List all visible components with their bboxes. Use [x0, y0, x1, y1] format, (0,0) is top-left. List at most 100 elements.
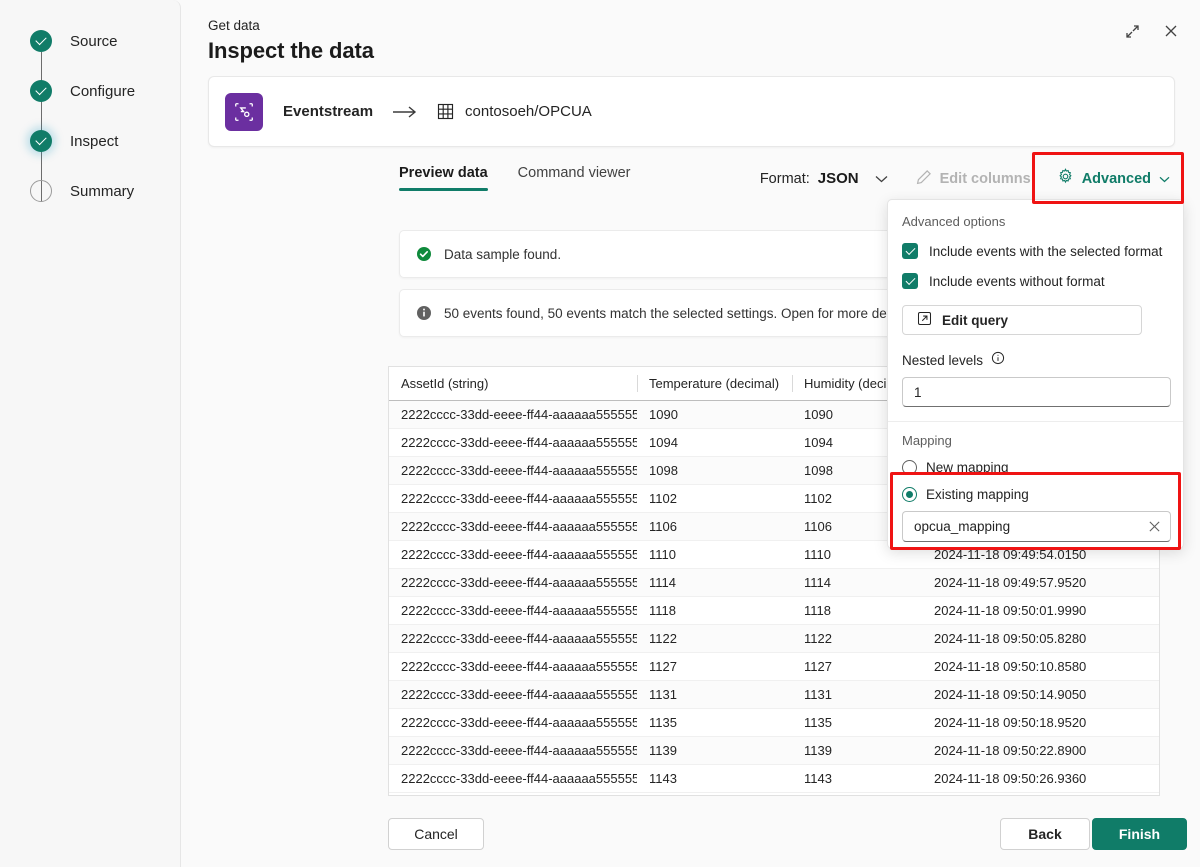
step-check-icon: [30, 80, 52, 102]
cell-humidity: 1127: [792, 652, 922, 681]
events-info-text: 50 events found, 50 events match the sel…: [444, 305, 915, 321]
existing-mapping-field: [902, 511, 1171, 542]
cell-assetid: 2222cccc-33dd-eeee-ff44-aaaaaa555555: [389, 568, 637, 597]
sidebar-item-configure[interactable]: Configure: [30, 79, 135, 103]
table-row[interactable]: 2222cccc-33dd-eeee-ff44-aaaaaa555555 1135…: [389, 708, 1159, 737]
close-icon[interactable]: [1160, 20, 1182, 42]
checkbox-label: Include events with the selected format: [929, 243, 1163, 259]
cell-humidity: 1143: [792, 764, 922, 793]
tab-preview-data[interactable]: Preview data: [399, 165, 488, 191]
checkbox-checked-icon: [902, 243, 918, 259]
back-button[interactable]: Back: [1000, 818, 1090, 850]
cell-humidity: 1139: [792, 736, 922, 765]
dialog-window-controls: [1121, 20, 1182, 42]
source-destination-card: Eventstream contosoeh/OPCUA: [208, 76, 1175, 147]
radio-existing-mapping[interactable]: Existing mapping: [902, 487, 1169, 502]
cell-assetid: 2222cccc-33dd-eeee-ff44-aaaaaa555555: [389, 484, 637, 513]
edit-query-button[interactable]: Edit query: [902, 305, 1142, 335]
cell-assetid: 2222cccc-33dd-eeee-ff44-aaaaaa555555: [389, 736, 637, 765]
edit-columns-button[interactable]: Edit columns: [906, 163, 1041, 195]
checkbox-include-selected-format[interactable]: Include events with the selected format: [902, 243, 1169, 259]
cell-humidity: 1135: [792, 708, 922, 737]
info-circle-icon: [416, 305, 432, 321]
radio-selected-icon: [902, 487, 917, 502]
format-label: Format:: [759, 170, 810, 187]
sidebar-item-summary[interactable]: Summary: [30, 179, 134, 203]
expand-icon[interactable]: [1121, 20, 1143, 42]
sidebar-item-label: Summary: [70, 182, 135, 200]
step-check-icon: [30, 30, 52, 52]
sidebar-item-label: Inspect: [70, 132, 119, 150]
sidebar-item-source[interactable]: Source: [30, 29, 118, 53]
sidebar-item-inspect[interactable]: Inspect: [30, 129, 118, 153]
cell-assetid: 2222cccc-33dd-eeee-ff44-aaaaaa555555: [389, 624, 637, 653]
table-row[interactable]: 2222cccc-33dd-eeee-ff44-aaaaaa555555 1139…: [389, 736, 1159, 765]
radio-unselected-icon: [902, 460, 917, 475]
cell-temperature: 1135: [637, 708, 792, 737]
cell-temperature: 1122: [637, 624, 792, 653]
chevron-down-icon[interactable]: [875, 175, 888, 183]
nested-levels-input[interactable]: [902, 377, 1171, 407]
cell-assetid: 2222cccc-33dd-eeee-ff44-aaaaaa555555: [389, 512, 637, 541]
cell-humidity: 1122: [792, 624, 922, 653]
cell-assetid: 2222cccc-33dd-eeee-ff44-aaaaaa555555: [389, 708, 637, 737]
info-icon[interactable]: [991, 351, 1005, 370]
source-name: Eventstream: [283, 103, 374, 120]
table-icon: [437, 103, 454, 120]
checkbox-include-without-format[interactable]: Include events without format: [902, 273, 1169, 289]
cell-temperature: 1090: [637, 400, 792, 429]
format-selector[interactable]: Format: JSON: [760, 170, 888, 187]
destination-name: contosoeh/OPCUA: [465, 103, 592, 120]
table-row[interactable]: 2222cccc-33dd-eeee-ff44-aaaaaa555555 1118…: [389, 596, 1159, 625]
format-value: JSON: [817, 170, 859, 187]
finish-button[interactable]: Finish: [1092, 818, 1187, 850]
edit-columns-label: Edit columns: [939, 170, 1031, 187]
column-header-assetid[interactable]: AssetId (string): [389, 367, 637, 401]
cell-temperature: 1131: [637, 680, 792, 709]
cell-temperature: 1114: [637, 568, 792, 597]
pencil-icon: [916, 169, 932, 189]
radio-new-mapping[interactable]: New mapping: [902, 460, 1169, 475]
cell-humidity: 1131: [792, 680, 922, 709]
advanced-button[interactable]: Advanced: [1047, 162, 1180, 195]
page-title: Inspect the data: [208, 38, 374, 63]
cell-assetid: 2222cccc-33dd-eeee-ff44-aaaaaa555555: [389, 652, 637, 681]
cell-timestamp: 2024-11-18 09:50:14.9050: [922, 680, 1159, 709]
table-row[interactable]: 2222cccc-33dd-eeee-ff44-aaaaaa555555 1122…: [389, 624, 1159, 653]
wizard-steps-rail: Source Configure Inspect Summary: [0, 0, 181, 867]
cell-timestamp: 2024-11-18 09:50:10.8580: [922, 652, 1159, 681]
advanced-options-flyout: Advanced options Include events with the…: [887, 199, 1184, 549]
data-sample-status-text: Data sample found.: [444, 246, 562, 262]
cancel-button[interactable]: Cancel: [388, 818, 484, 850]
close-icon[interactable]: [1146, 518, 1163, 535]
sidebar-item-label: Source: [70, 32, 118, 50]
cell-temperature: 1094: [637, 428, 792, 457]
cell-assetid: 2222cccc-33dd-eeee-ff44-aaaaaa555555: [389, 428, 637, 457]
table-row[interactable]: 2222cccc-33dd-eeee-ff44-aaaaaa555555 1127…: [389, 652, 1159, 681]
cell-assetid: 2222cccc-33dd-eeee-ff44-aaaaaa555555: [389, 596, 637, 625]
checkbox-checked-icon: [902, 273, 918, 289]
cell-assetid: 2222cccc-33dd-eeee-ff44-aaaaaa555555: [389, 456, 637, 485]
existing-mapping-input[interactable]: [902, 511, 1171, 542]
step-empty-circle-icon: [30, 180, 52, 202]
cell-temperature: 1139: [637, 736, 792, 765]
tab-strip: Preview data Command viewer: [399, 165, 631, 191]
cell-temperature: 1127: [637, 652, 792, 681]
eventstream-icon: [225, 92, 263, 131]
cell-timestamp: 2024-11-18 09:50:22.8900: [922, 736, 1159, 765]
table-row[interactable]: 2222cccc-33dd-eeee-ff44-aaaaaa555555 1131…: [389, 680, 1159, 709]
nested-levels-label: Nested levels: [902, 353, 984, 368]
advanced-options-heading: Advanced options: [902, 214, 1006, 229]
check-circle-icon: [416, 246, 432, 262]
cell-timestamp: 2024-11-18 09:50:26.9360: [922, 764, 1159, 793]
tab-command-viewer[interactable]: Command viewer: [518, 165, 631, 191]
mapping-heading: Mapping: [902, 433, 952, 448]
cell-timestamp: 2024-11-18 09:50:18.9520: [922, 708, 1159, 737]
cell-assetid: 2222cccc-33dd-eeee-ff44-aaaaaa555555: [389, 540, 637, 569]
table-row[interactable]: 2222cccc-33dd-eeee-ff44-aaaaaa555555 1114…: [389, 568, 1159, 597]
table-row[interactable]: 2222cccc-33dd-eeee-ff44-aaaaaa555555 1143…: [389, 764, 1159, 793]
column-header-temperature[interactable]: Temperature (decimal): [637, 367, 792, 401]
cell-timestamp: 2024-11-18 09:50:01.9990: [922, 596, 1159, 625]
cell-temperature: 1102: [637, 484, 792, 513]
flyout-divider: [888, 421, 1183, 422]
